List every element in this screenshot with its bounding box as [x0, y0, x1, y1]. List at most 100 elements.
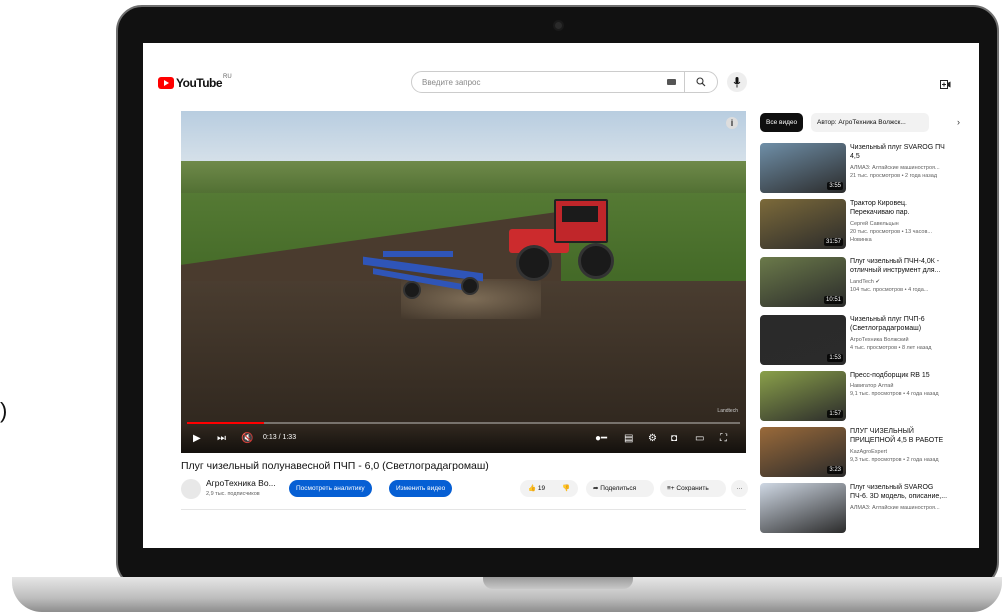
- video-thumbnail[interactable]: 3:23: [760, 427, 846, 477]
- related-video-title[interactable]: Плуг чизельный SVAROG ПЧ-6. 3D модель, оп…: [850, 483, 965, 501]
- search-icon: [696, 77, 706, 87]
- chip-all-videos[interactable]: Все видео: [760, 113, 804, 132]
- related-channel[interactable]: LandTech ✔: [850, 279, 880, 285]
- title-line: Трактор Кировец.: [850, 200, 907, 207]
- video-thumbnail[interactable]: 1:57: [760, 371, 846, 421]
- settings-icon[interactable]: ⚙: [648, 433, 657, 445]
- play-icon[interactable]: ▶: [193, 433, 201, 445]
- duration-badge: 1:57: [827, 410, 843, 418]
- subtitles-icon[interactable]: ▤: [624, 433, 633, 445]
- share-icon: ➦: [593, 485, 599, 492]
- duration-badge: 3:55: [827, 182, 843, 190]
- related-video-item[interactable]: 31:57 Трактор Кировец. Перекачиваю пар. Сер…: [760, 199, 970, 253]
- more-actions-button[interactable]: ···: [731, 480, 748, 497]
- share-button[interactable]: ➦ Поделиться: [586, 480, 654, 497]
- related-meta: 21 тыс. просмотров • 2 года назад: [850, 173, 938, 179]
- create-video-button[interactable]: [940, 76, 951, 94]
- channel-avatar[interactable]: [181, 479, 201, 499]
- related-channel[interactable]: KazAgroExpert: [850, 449, 887, 455]
- duration-badge: 31:57: [823, 238, 843, 246]
- related-video-item[interactable]: Плуг чизельный SVAROG ПЧ-6. 3D модель, оп…: [760, 483, 970, 537]
- related-video-item[interactable]: 1:57 Пресс-подборщик RB 15 Навигатор Алтай…: [760, 371, 970, 425]
- related-video-title[interactable]: Пресс-подборщик RB 15: [850, 371, 965, 380]
- laptop-notch: [483, 577, 633, 589]
- description-divider: [181, 509, 746, 510]
- related-meta: 4 тыс. просмотров • 8 лет назад: [850, 345, 932, 351]
- thumbs-up-icon: 👍: [528, 485, 537, 492]
- save-button[interactable]: ≡+ Сохранить: [660, 480, 726, 497]
- video-thumbnail[interactable]: [760, 483, 846, 533]
- related-video-title[interactable]: Трактор Кировец. Перекачиваю пар.: [850, 199, 965, 217]
- related-channel[interactable]: АгроТехника Волжский: [850, 337, 909, 343]
- related-meta: 104 тыс. просмотров • 4 года...: [850, 287, 929, 293]
- related-video-title[interactable]: Чизельный плуг SVAROG ПЧ 4,5: [850, 143, 965, 161]
- info-icon[interactable]: i: [726, 117, 738, 129]
- theater-mode-icon[interactable]: ▭: [695, 433, 704, 445]
- create-video-icon: [940, 80, 951, 89]
- title-line: (Светлоградагромаш): [850, 325, 922, 332]
- video-tractor: [506, 199, 618, 281]
- related-channel[interactable]: АЛМАЗ: Алтайские машиностроя...: [850, 505, 940, 511]
- title-line: ПРИЦЕПНОЙ 4,5 В РАБОТЕ: [850, 437, 944, 444]
- webcam: [555, 22, 562, 29]
- related-meta: 20 тыс. просмотров • 13 часов...: [850, 229, 932, 235]
- title-line: Плуг чизельный ПЧН-4,0К -: [850, 258, 940, 265]
- save-label: Сохранить: [676, 485, 709, 492]
- progress-bar[interactable]: [187, 422, 740, 424]
- video-watermark: Landtech: [717, 408, 738, 414]
- like-dislike-group: 👍 19 👎: [520, 480, 578, 497]
- related-video-item[interactable]: 3:23 ПЛУГ ЧИЗЕЛЬНЫЙ ПРИЦЕПНОЙ 4,5 В РАБОТЕ…: [760, 427, 970, 481]
- search-input[interactable]: Введите запрос: [412, 78, 667, 87]
- search-button[interactable]: [684, 71, 717, 93]
- microphone-icon: [733, 76, 741, 87]
- title-line: Чизельный плуг ПЧП-6: [850, 316, 925, 323]
- related-channel[interactable]: Сергей Савельцын: [850, 221, 899, 227]
- channel-name[interactable]: АгроТехника Во...: [206, 478, 276, 488]
- new-badge: Новинка: [850, 237, 872, 243]
- related-video-title[interactable]: ПЛУГ ЧИЗЕЛЬНЫЙ ПРИЦЕПНОЙ 4,5 В РАБОТЕ: [850, 427, 965, 445]
- video-sky: [181, 111, 746, 167]
- miniplayer-icon[interactable]: ◘: [671, 433, 677, 445]
- thumbs-down-icon[interactable]: 👎: [562, 480, 570, 497]
- chip-author[interactable]: Автор: АгроТехника Волжск...: [811, 113, 929, 132]
- related-video-item[interactable]: 10:51 Плуг чизельный ПЧН-4,0К - отличный и…: [760, 257, 970, 311]
- related-video-item[interactable]: 3:55 Чизельный плуг SVAROG ПЧ 4,5 АЛМАЗ: Ал…: [760, 143, 970, 197]
- edit-video-button[interactable]: Изменить видео: [389, 480, 453, 497]
- related-meta: 9,1 тыс. просмотров • 4 года назад: [850, 391, 939, 397]
- video-thumbnail[interactable]: 10:51: [760, 257, 846, 307]
- view-analytics-button[interactable]: Посмотреть аналитику: [289, 480, 372, 497]
- laptop-screen: YouTube RU Введите запрос i Landtech ▶ ⏭…: [143, 43, 979, 548]
- title-line: 4,5: [850, 153, 860, 160]
- progress-fill: [187, 422, 265, 424]
- youtube-logo[interactable]: YouTube RU: [158, 74, 232, 90]
- duration-badge: 10:51: [823, 296, 843, 304]
- related-video-title[interactable]: Плуг чизельный ПЧН-4,0К - отличный инстру…: [850, 257, 965, 275]
- related-channel[interactable]: АЛМАЗ: Алтайские машиностроя...: [850, 165, 940, 171]
- mute-icon[interactable]: 🔇: [241, 433, 253, 445]
- related-video-title[interactable]: Чизельный плуг ПЧП-6 (Светлоградагромаш): [850, 315, 965, 333]
- fullscreen-icon[interactable]: ⛶: [720, 433, 727, 445]
- video-player[interactable]: i Landtech ▶ ⏭ 🔇 0:13 / 1:33 ●━ ▤ ⚙ ◘ ▭ …: [181, 111, 746, 453]
- title-line: ПЛУГ ЧИЗЕЛЬНЫЙ: [850, 428, 914, 435]
- video-cultivator: [363, 247, 493, 303]
- title-line: Чизельный плуг SVAROG ПЧ: [850, 144, 945, 151]
- title-line: Плуг чизельный SVAROG: [850, 484, 934, 491]
- video-thumbnail[interactable]: 31:57: [760, 199, 846, 249]
- voice-search-button[interactable]: [727, 72, 747, 92]
- video-thumbnail[interactable]: 3:55: [760, 143, 846, 193]
- related-channel[interactable]: Навигатор Алтай: [850, 383, 893, 389]
- title-line: Пресс-подборщик RB 15: [850, 372, 930, 379]
- search-bar[interactable]: Введите запрос: [411, 71, 718, 93]
- video-title: Плуг чизельный полунавесной ПЧП - 6,0 (С…: [181, 460, 489, 472]
- like-button[interactable]: 👍 19: [528, 480, 545, 497]
- video-thumbnail[interactable]: 1:53: [760, 315, 846, 365]
- related-video-item[interactable]: 1:53 Чизельный плуг ПЧП-6 (Светлоградагром…: [760, 315, 970, 369]
- like-count: 19: [537, 485, 546, 492]
- next-icon[interactable]: ⏭: [217, 433, 226, 445]
- save-playlist-icon: ≡+: [667, 485, 675, 492]
- keyboard-icon[interactable]: [667, 79, 676, 85]
- youtube-play-icon: [158, 77, 174, 89]
- autoplay-toggle[interactable]: ●━: [595, 433, 607, 445]
- chips-next-chevron-icon[interactable]: ›: [951, 113, 966, 132]
- logo-region: RU: [223, 74, 232, 80]
